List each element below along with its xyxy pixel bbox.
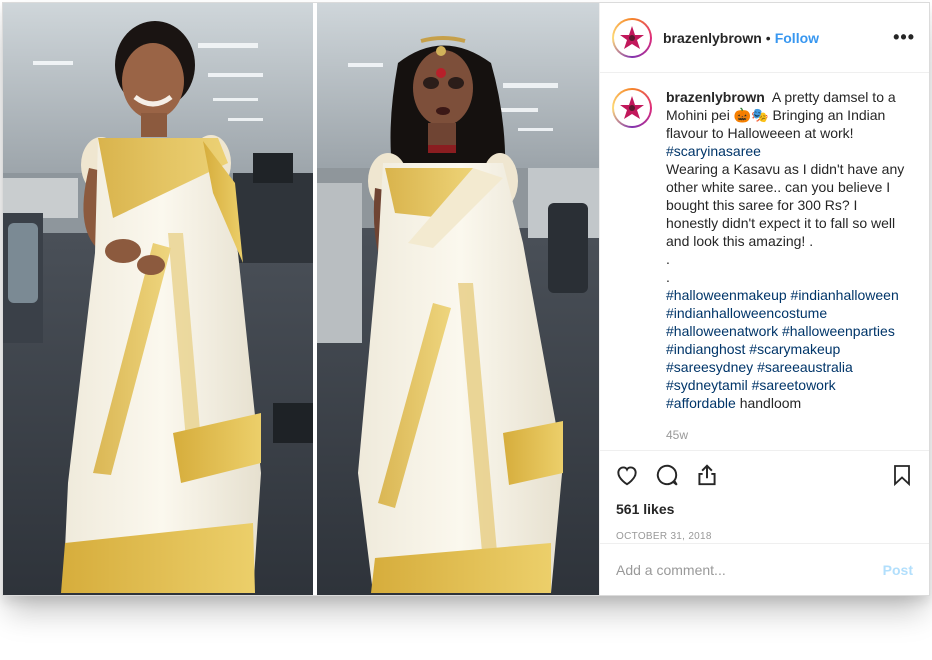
hashtag[interactable]: #indianhalloweencostume (666, 305, 827, 321)
caption-body: Wearing a Kasavu as I didn't have any ot… (666, 161, 905, 249)
caption-avatar[interactable] (612, 88, 652, 128)
hashtag[interactable]: #halloweenmakeup (666, 287, 787, 303)
hashtag-list: #halloweenmakeup #indianhalloween #india… (666, 286, 909, 412)
instagram-post-card: brazenlybrown • Follow ••• brazenlybrown… (2, 2, 930, 596)
hashtag[interactable]: #indianhalloween (791, 287, 899, 303)
add-comment-bar: Post (600, 543, 929, 595)
avatar-logo-icon (620, 25, 644, 49)
bookmark-icon[interactable] (889, 462, 915, 488)
post-sidebar: brazenlybrown • Follow ••• brazenlybrown… (599, 3, 929, 595)
avatar[interactable] (612, 17, 652, 58)
caption-dot: . (666, 269, 670, 285)
comments-area[interactable]: brazenlybrown A pretty damsel to a Mohin… (600, 73, 929, 451)
post-comment-button[interactable]: Post (883, 562, 913, 578)
likes-count[interactable]: 561 likes (600, 499, 929, 519)
share-icon[interactable] (694, 462, 720, 488)
hashtag[interactable]: #sareeaustralia (757, 359, 853, 375)
hashtag[interactable]: #halloweenparties (782, 323, 895, 339)
post-photo[interactable] (3, 3, 599, 595)
caption: brazenlybrown A pretty damsel to a Mohin… (666, 88, 909, 450)
action-bar (600, 451, 929, 499)
header-username[interactable]: brazenlybrown (663, 30, 762, 46)
hashtag[interactable]: #sydneytamil (666, 377, 748, 393)
hashtag[interactable]: #sareesydney (666, 359, 753, 375)
more-options-icon[interactable]: ••• (893, 27, 915, 48)
hashtag[interactable]: #scarymakeup (749, 341, 840, 357)
caption-avatar-image (614, 90, 650, 126)
follow-button[interactable]: Follow (775, 30, 819, 46)
heart-icon[interactable] (614, 462, 640, 488)
caption-last-word: handloom (739, 395, 802, 411)
hashtag[interactable]: #halloweenatwork (666, 323, 778, 339)
post-image (3, 3, 599, 595)
caption-avatar-logo-icon (620, 96, 644, 119)
caption-username[interactable]: brazenlybrown (666, 89, 765, 105)
comment-input[interactable] (616, 561, 883, 578)
hashtag[interactable]: #affordable (666, 395, 736, 411)
time-ago[interactable]: 45w (666, 426, 909, 444)
caption-dot: . (666, 251, 670, 267)
post-header: brazenlybrown • Follow ••• (600, 3, 929, 73)
avatar-image (614, 19, 650, 56)
separator-dot: • (765, 29, 771, 46)
hashtag[interactable]: #scaryinasaree (666, 143, 761, 159)
hashtag[interactable]: #indianghost (666, 341, 745, 357)
comment-icon[interactable] (654, 462, 680, 488)
hashtag[interactable]: #sareetowork (752, 377, 836, 393)
